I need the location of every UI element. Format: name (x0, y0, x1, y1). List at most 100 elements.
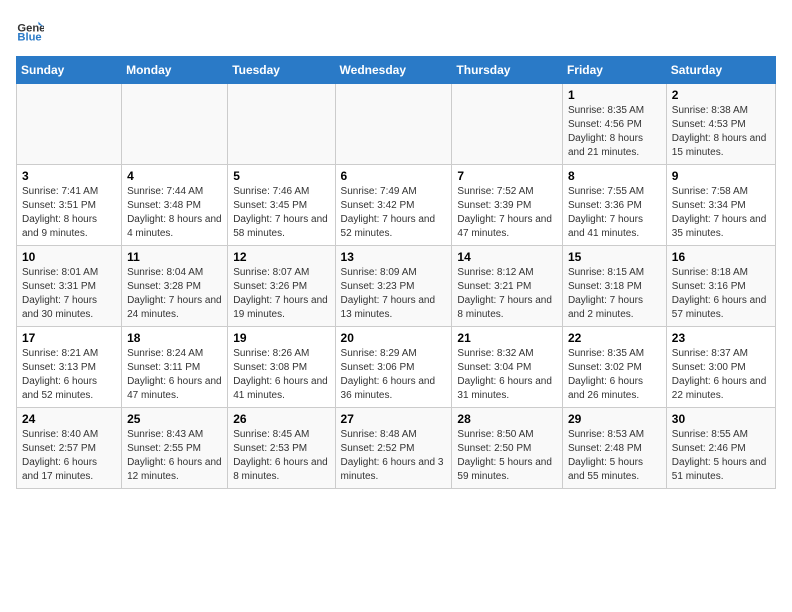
day-info: Sunrise: 8:18 AM Sunset: 3:16 PM Dayligh… (672, 266, 770, 322)
day-info: Sunrise: 7:55 AM Sunset: 3:36 PM Dayligh… (568, 185, 661, 241)
week-row-5: 24 Sunrise: 8:40 AM Sunset: 2:57 PM Dayli… (17, 408, 776, 489)
day-number: 24 (22, 412, 116, 426)
day-cell: 9 Sunrise: 7:58 AM Sunset: 3:34 PM Daylig… (666, 165, 775, 246)
day-info: Sunrise: 8:35 AM Sunset: 3:02 PM Dayligh… (568, 347, 661, 403)
day-info: Sunrise: 8:01 AM Sunset: 3:31 PM Dayligh… (22, 266, 116, 322)
day-number: 12 (233, 250, 329, 264)
day-cell: 17 Sunrise: 8:21 AM Sunset: 3:13 PM Dayli… (17, 327, 122, 408)
day-cell: 23 Sunrise: 8:37 AM Sunset: 3:00 PM Dayli… (666, 327, 775, 408)
page-header: General Blue (16, 16, 776, 44)
day-info: Sunrise: 7:46 AM Sunset: 3:45 PM Dayligh… (233, 185, 329, 241)
day-info: Sunrise: 8:40 AM Sunset: 2:57 PM Dayligh… (22, 428, 116, 484)
day-cell: 7 Sunrise: 7:52 AM Sunset: 3:39 PM Daylig… (452, 165, 563, 246)
day-cell: 6 Sunrise: 7:49 AM Sunset: 3:42 PM Daylig… (335, 165, 452, 246)
calendar-table: SundayMondayTuesdayWednesdayThursdayFrid… (16, 56, 776, 489)
week-row-1: 1 Sunrise: 8:35 AM Sunset: 4:56 PM Daylig… (17, 84, 776, 165)
week-row-3: 10 Sunrise: 8:01 AM Sunset: 3:31 PM Dayli… (17, 246, 776, 327)
day-number: 18 (127, 331, 222, 345)
day-cell: 18Sunrise: 8:24 AM Sunset: 3:11 PM Dayli… (122, 327, 228, 408)
day-cell: 27 Sunrise: 8:48 AM Sunset: 2:52 PM Dayli… (335, 408, 452, 489)
day-cell (452, 84, 563, 165)
day-cell: 22 Sunrise: 8:35 AM Sunset: 3:02 PM Dayli… (562, 327, 666, 408)
day-number: 10 (22, 250, 116, 264)
day-number: 26 (233, 412, 329, 426)
week-row-2: 3Sunrise: 7:41 AM Sunset: 3:51 PM Daylig… (17, 165, 776, 246)
day-cell (335, 84, 452, 165)
calendar-header-row: SundayMondayTuesdayWednesdayThursdayFrid… (17, 57, 776, 84)
day-cell: 15 Sunrise: 8:15 AM Sunset: 3:18 PM Dayli… (562, 246, 666, 327)
day-number: 15 (568, 250, 661, 264)
day-number: 27 (341, 412, 447, 426)
day-info: Sunrise: 8:35 AM Sunset: 4:56 PM Dayligh… (568, 104, 661, 160)
day-info: Sunrise: 8:07 AM Sunset: 3:26 PM Dayligh… (233, 266, 329, 322)
day-info: Sunrise: 8:45 AM Sunset: 2:53 PM Dayligh… (233, 428, 329, 484)
day-number: 29 (568, 412, 661, 426)
day-info: Sunrise: 8:48 AM Sunset: 2:52 PM Dayligh… (341, 428, 447, 484)
day-number: 5 (233, 169, 329, 183)
day-info: Sunrise: 8:21 AM Sunset: 3:13 PM Dayligh… (22, 347, 116, 403)
logo: General Blue (16, 16, 48, 44)
day-info: Sunrise: 8:26 AM Sunset: 3:08 PM Dayligh… (233, 347, 329, 403)
day-number: 11 (127, 250, 222, 264)
day-cell: 4 Sunrise: 7:44 AM Sunset: 3:48 PM Daylig… (122, 165, 228, 246)
day-cell: 3Sunrise: 7:41 AM Sunset: 3:51 PM Daylig… (17, 165, 122, 246)
day-cell: 20Sunrise: 8:29 AM Sunset: 3:06 PM Dayli… (335, 327, 452, 408)
day-info: Sunrise: 8:38 AM Sunset: 4:53 PM Dayligh… (672, 104, 770, 160)
day-cell: 19 Sunrise: 8:26 AM Sunset: 3:08 PM Dayli… (228, 327, 335, 408)
day-number: 16 (672, 250, 770, 264)
header-saturday: Saturday (666, 57, 775, 84)
day-info: Sunrise: 8:09 AM Sunset: 3:23 PM Dayligh… (341, 266, 447, 322)
header-friday: Friday (562, 57, 666, 84)
day-cell: 2Sunrise: 8:38 AM Sunset: 4:53 PM Daylig… (666, 84, 775, 165)
svg-text:Blue: Blue (17, 32, 41, 44)
logo-icon: General Blue (16, 16, 44, 44)
day-cell: 8 Sunrise: 7:55 AM Sunset: 3:36 PM Daylig… (562, 165, 666, 246)
day-info: Sunrise: 8:15 AM Sunset: 3:18 PM Dayligh… (568, 266, 661, 322)
day-cell: 16 Sunrise: 8:18 AM Sunset: 3:16 PM Dayli… (666, 246, 775, 327)
day-number: 14 (457, 250, 557, 264)
day-number: 30 (672, 412, 770, 426)
day-info: Sunrise: 8:12 AM Sunset: 3:21 PM Dayligh… (457, 266, 557, 322)
day-number: 4 (127, 169, 222, 183)
header-monday: Monday (122, 57, 228, 84)
day-info: Sunrise: 7:52 AM Sunset: 3:39 PM Dayligh… (457, 185, 557, 241)
day-cell: 12 Sunrise: 8:07 AM Sunset: 3:26 PM Dayli… (228, 246, 335, 327)
day-cell (228, 84, 335, 165)
day-number: 22 (568, 331, 661, 345)
day-number: 13 (341, 250, 447, 264)
day-number: 6 (341, 169, 447, 183)
day-cell: 21 Sunrise: 8:32 AM Sunset: 3:04 PM Dayli… (452, 327, 563, 408)
day-info: Sunrise: 7:49 AM Sunset: 3:42 PM Dayligh… (341, 185, 447, 241)
day-info: Sunrise: 8:37 AM Sunset: 3:00 PM Dayligh… (672, 347, 770, 403)
day-number: 7 (457, 169, 557, 183)
day-cell: 1 Sunrise: 8:35 AM Sunset: 4:56 PM Daylig… (562, 84, 666, 165)
day-info: Sunrise: 7:58 AM Sunset: 3:34 PM Dayligh… (672, 185, 770, 241)
day-cell: 13 Sunrise: 8:09 AM Sunset: 3:23 PM Dayli… (335, 246, 452, 327)
day-cell: 30Sunrise: 8:55 AM Sunset: 2:46 PM Dayli… (666, 408, 775, 489)
day-number: 19 (233, 331, 329, 345)
day-cell: 24 Sunrise: 8:40 AM Sunset: 2:57 PM Dayli… (17, 408, 122, 489)
header-sunday: Sunday (17, 57, 122, 84)
day-number: 23 (672, 331, 770, 345)
day-cell: 5 Sunrise: 7:46 AM Sunset: 3:45 PM Daylig… (228, 165, 335, 246)
header-tuesday: Tuesday (228, 57, 335, 84)
day-number: 20 (341, 331, 447, 345)
day-info: Sunrise: 8:32 AM Sunset: 3:04 PM Dayligh… (457, 347, 557, 403)
day-info: Sunrise: 7:41 AM Sunset: 3:51 PM Dayligh… (22, 185, 116, 241)
day-cell: 28Sunrise: 8:50 AM Sunset: 2:50 PM Dayli… (452, 408, 563, 489)
day-number: 17 (22, 331, 116, 345)
week-row-4: 17 Sunrise: 8:21 AM Sunset: 3:13 PM Dayli… (17, 327, 776, 408)
day-cell: 14 Sunrise: 8:12 AM Sunset: 3:21 PM Dayli… (452, 246, 563, 327)
day-number: 21 (457, 331, 557, 345)
day-cell: 29 Sunrise: 8:53 AM Sunset: 2:48 PM Dayli… (562, 408, 666, 489)
header-thursday: Thursday (452, 57, 563, 84)
day-info: Sunrise: 8:53 AM Sunset: 2:48 PM Dayligh… (568, 428, 661, 484)
day-number: 1 (568, 88, 661, 102)
day-info: Sunrise: 7:44 AM Sunset: 3:48 PM Dayligh… (127, 185, 222, 241)
day-cell (17, 84, 122, 165)
day-cell: 11Sunrise: 8:04 AM Sunset: 3:28 PM Dayli… (122, 246, 228, 327)
day-number: 28 (457, 412, 557, 426)
day-number: 8 (568, 169, 661, 183)
day-number: 9 (672, 169, 770, 183)
day-number: 25 (127, 412, 222, 426)
